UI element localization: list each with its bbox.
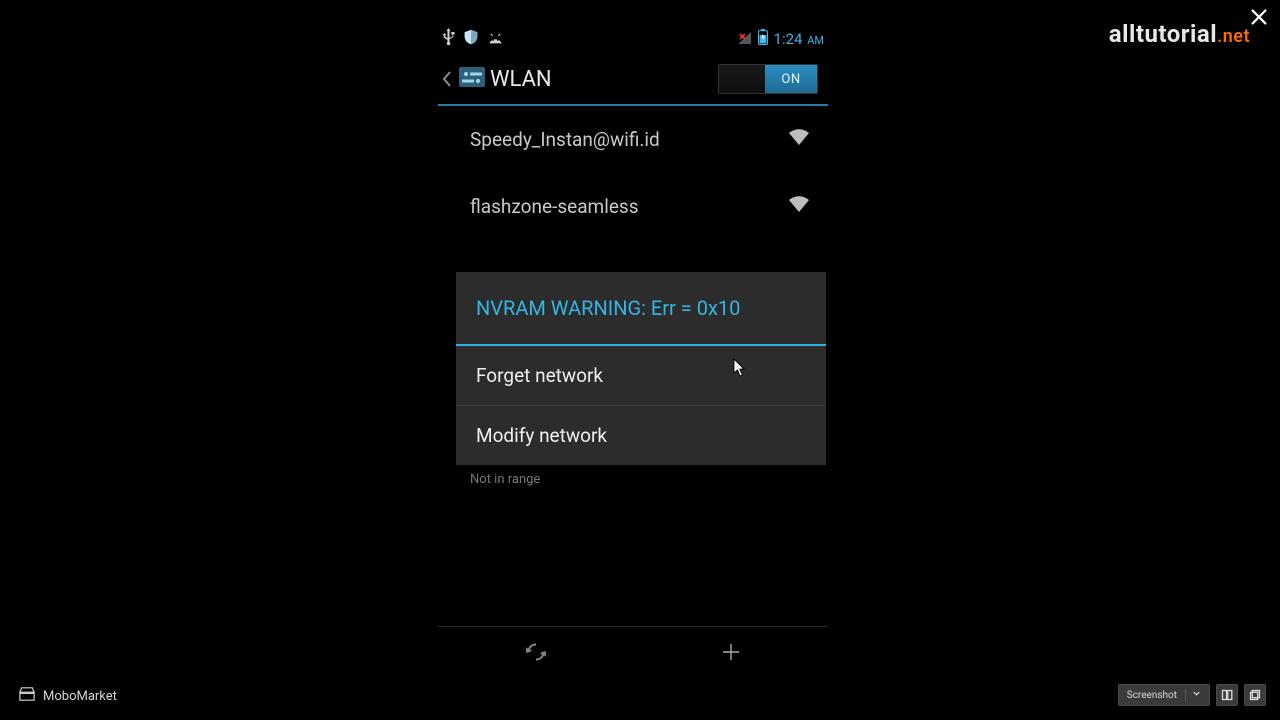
wifi-icon (788, 128, 810, 151)
network-ssid: Speedy_Instan@wifi.id (470, 128, 660, 151)
no-sim-icon (737, 30, 752, 49)
battery-icon (758, 29, 768, 49)
bottom-action-bar (438, 626, 828, 676)
shop-icon (18, 686, 36, 706)
status-bar-left (442, 28, 504, 50)
cursor-icon (733, 358, 747, 382)
watermark-suffix: .net (1217, 26, 1250, 47)
divider (1185, 689, 1186, 701)
window-maximize-button[interactable] (1244, 684, 1266, 706)
screenshot-button[interactable]: Screenshot (1118, 684, 1210, 706)
android-icon (487, 30, 504, 49)
watermark-text: alltutorial (1109, 20, 1217, 48)
dialog-title: NVRAM WARNING: Err = 0x10 (456, 272, 826, 346)
screenshot-label: Screenshot (1127, 690, 1177, 701)
shield-icon (463, 29, 479, 49)
network-ssid: flashzone-seamless (470, 195, 639, 218)
page-title: WLAN (490, 67, 718, 92)
usb-icon (442, 28, 455, 50)
dialog-item-forget[interactable]: Forget network (456, 346, 826, 406)
back-button[interactable] (438, 63, 490, 95)
dialog-item-modify[interactable]: Modify network (456, 406, 826, 465)
settings-icon (458, 63, 486, 95)
toggle-state: ON (765, 65, 817, 93)
status-clock: 1:24 AM (774, 30, 824, 48)
context-dialog: NVRAM WARNING: Err = 0x10 Forget network… (456, 272, 826, 465)
wifi-icon (788, 195, 810, 218)
status-time: 1:24 (774, 30, 803, 48)
refresh-button[interactable] (438, 627, 633, 676)
network-status: Not in range (470, 472, 700, 487)
window-restore-button[interactable] (1216, 684, 1238, 706)
status-bar-right: 1:24 AM (737, 29, 824, 49)
chevron-down-icon (1192, 689, 1201, 701)
network-item[interactable]: Speedy_Instan@wifi.id (438, 106, 828, 173)
watermark-logo: alltutorial.net (1109, 20, 1250, 48)
action-bar: WLAN ON (438, 54, 828, 106)
add-network-button[interactable] (633, 627, 828, 676)
mobomarket-badge[interactable]: MoboMarket (18, 686, 117, 706)
mobomarket-label: MoboMarket (43, 689, 117, 704)
network-item[interactable]: flashzone-seamless (438, 173, 828, 240)
status-ampm: AM (807, 34, 824, 47)
bottom-right-toolbar: Screenshot (1118, 684, 1266, 706)
status-bar: 1:24 AM (438, 24, 828, 54)
close-button[interactable] (1248, 6, 1270, 32)
wlan-toggle[interactable]: ON (718, 64, 818, 94)
